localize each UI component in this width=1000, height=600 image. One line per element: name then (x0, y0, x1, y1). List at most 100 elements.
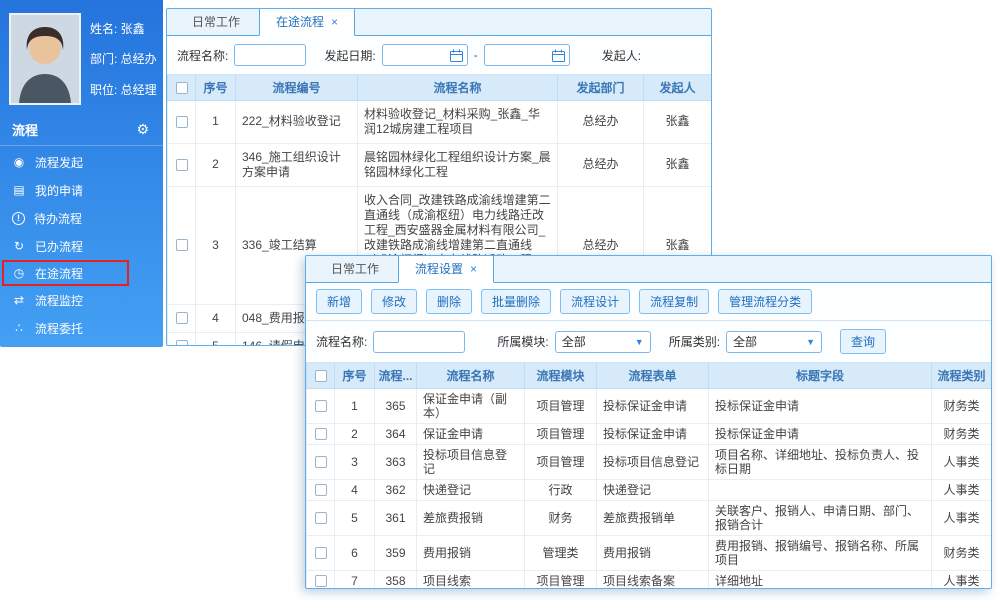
delete-button[interactable]: 删除 (426, 289, 472, 314)
row-checkbox[interactable] (315, 428, 327, 440)
cell-category: 财务类 (932, 535, 992, 570)
document-icon: ▤ (12, 183, 26, 197)
row-checkbox[interactable] (176, 116, 188, 128)
sidebar-item-delegated-processes[interactable]: ∴ 被委托流程 (0, 342, 163, 370)
row-checkbox[interactable] (315, 456, 327, 468)
batch-delete-button[interactable]: 批量删除 (481, 289, 551, 314)
table-row[interactable]: 2 346_施工组织设计方案申请 晨铭园林绿化工程组织设计方案_晨铭园林绿化工程… (168, 143, 712, 186)
row-checkbox[interactable] (176, 159, 188, 171)
broadcast-icon: ◉ (12, 155, 26, 169)
sidebar-item-completed-processes[interactable]: ↻ 已办流程 (0, 232, 163, 260)
sidebar-item-in-transit-processes[interactable]: ◷ 在途流程 (2, 260, 129, 286)
cell-module: 财务 (525, 500, 597, 535)
menu-label: 我的申请 (35, 182, 83, 199)
sitemap-icon: ∴ (12, 349, 26, 363)
col-header-dept[interactable]: 发起部门 (558, 75, 644, 100)
col-header-title-fields[interactable]: 标题字段 (709, 363, 932, 388)
tab-daily-work[interactable]: 日常工作 (314, 255, 396, 282)
sidebar-item-my-applications[interactable]: ▤ 我的申请 (0, 176, 163, 204)
cell-form: 项目线索备案 (597, 570, 709, 589)
sidebar-item-process-monitor[interactable]: ⇄ 流程监控 (0, 286, 163, 314)
cell-no: 5 (335, 500, 375, 535)
col-header-process-code[interactable]: 流程编号 (236, 75, 358, 100)
search-button[interactable]: 查询 (840, 329, 886, 354)
tab-daily-work[interactable]: 日常工作 (175, 8, 257, 35)
cell-process-name: 晨铭园林绿化工程组织设计方案_晨铭园林绿化工程 (358, 143, 558, 186)
tab-process-settings[interactable]: 流程设置 × (398, 255, 494, 283)
table-row[interactable]: 7 358 项目线索 项目管理 项目线索备案 详细地址 人事类 (307, 570, 992, 589)
date-to-input[interactable] (484, 44, 570, 66)
cell-module: 管理类 (525, 535, 597, 570)
cell-form: 快递登记 (597, 479, 709, 500)
row-checkbox[interactable] (315, 512, 327, 524)
tab-label: 流程设置 (415, 260, 463, 277)
col-header-initiator[interactable]: 发起人 (644, 75, 712, 100)
col-header-no[interactable]: 序号 (196, 75, 236, 100)
cell-process-code: 346_施工组织设计方案申请 (236, 143, 358, 186)
date-separator: - (474, 48, 478, 62)
cell-category: 人事类 (932, 444, 992, 479)
row-checkbox[interactable] (176, 312, 188, 324)
menu-label: 流程委托 (35, 320, 83, 337)
col-header-process-name[interactable]: 流程名称 (417, 363, 525, 388)
checkbox-cell (168, 100, 196, 143)
row-checkbox[interactable] (176, 239, 188, 251)
close-icon[interactable]: × (331, 17, 338, 27)
col-header-category[interactable]: 流程类别 (932, 363, 992, 388)
user-info: 姓名: 张鑫 部门: 总经办 职位: 总经理 (90, 13, 157, 105)
sidebar-item-process-initiate[interactable]: ◉ 流程发起 (0, 148, 163, 176)
table-row[interactable]: 4 362 快递登记 行政 快递登记 人事类 (307, 479, 992, 500)
cell-initiator: 张鑫 (644, 143, 712, 186)
category-label: 所属类别: (669, 333, 720, 350)
table-header-row: 序号 流程... 流程名称 流程模块 流程表单 标题字段 流程类别 (307, 363, 992, 388)
row-checkbox[interactable] (176, 340, 188, 346)
select-all-checkbox[interactable] (176, 82, 188, 94)
date-from-input[interactable] (382, 44, 468, 66)
cell-category: 财务类 (932, 423, 992, 444)
process-name-input[interactable] (373, 331, 465, 353)
select-all-checkbox[interactable] (315, 370, 327, 382)
checkbox-cell (168, 332, 196, 346)
cell-no: 2 (335, 423, 375, 444)
edit-button[interactable]: 修改 (371, 289, 417, 314)
col-header-no[interactable]: 序号 (335, 363, 375, 388)
row-checkbox[interactable] (315, 547, 327, 559)
process-name-input[interactable] (234, 44, 306, 66)
table-row[interactable]: 2 364 保证金申请 项目管理 投标保证金申请 投标保证金申请 财务类 (307, 423, 992, 444)
category-select[interactable]: 全部 ▼ (726, 331, 822, 353)
table-row[interactable]: 3 363 投标项目信息登记 项目管理 投标项目信息登记 项目名称、详细地址、投… (307, 444, 992, 479)
module-label: 所属模块: (497, 333, 548, 350)
cell-category: 人事类 (932, 570, 992, 589)
table-row[interactable]: 1 222_材料验收登记 材料验收登记_材料采购_张鑫_华润12城房建工程项目 … (168, 100, 712, 143)
row-checkbox[interactable] (315, 575, 327, 587)
close-icon[interactable]: × (470, 264, 477, 274)
table-row[interactable]: 5 361 差旅费报销 财务 差旅费报销单 关联客户、报销人、申请日期、部门、报… (307, 500, 992, 535)
sidebar-item-process-delegate[interactable]: ∴ 流程委托 (0, 314, 163, 342)
process-design-button[interactable]: 流程设计 (560, 289, 630, 314)
calendar-icon (552, 49, 565, 62)
col-header-form[interactable]: 流程表单 (597, 363, 709, 388)
cell-module: 项目管理 (525, 423, 597, 444)
manage-categories-button[interactable]: 管理流程分类 (718, 289, 812, 314)
in-transit-icon: ◷ (12, 266, 26, 280)
checkbox-cell (307, 388, 335, 423)
user-name: 姓名: 张鑫 (90, 20, 157, 37)
table-row[interactable]: 6 359 费用报销 管理类 费用报销 费用报销、报销编号、报销名称、所属项目 … (307, 535, 992, 570)
gear-icon[interactable]: ⚙ (136, 121, 149, 138)
table-row[interactable]: 1 365 保证金申请（副本） 项目管理 投标保证金申请 投标保证金申请 财务类 (307, 388, 992, 423)
module-select[interactable]: 全部 ▼ (555, 331, 651, 353)
cell-no: 2 (196, 143, 236, 186)
table-body: 1 365 保证金申请（副本） 项目管理 投标保证金申请 投标保证金申请 财务类… (307, 388, 992, 589)
sidebar-item-pending-processes[interactable]: ! 待办流程 (0, 204, 163, 232)
cell-category: 财务类 (932, 388, 992, 423)
col-header-process-name[interactable]: 流程名称 (358, 75, 558, 100)
add-button[interactable]: 新增 (316, 289, 362, 314)
cell-title-fields: 费用报销、报销编号、报销名称、所属项目 (709, 535, 932, 570)
cell-process-name: 差旅费报销 (417, 500, 525, 535)
col-header-module[interactable]: 流程模块 (525, 363, 597, 388)
col-header-process-id[interactable]: 流程... (375, 363, 417, 388)
process-copy-button[interactable]: 流程复制 (639, 289, 709, 314)
row-checkbox[interactable] (315, 484, 327, 496)
tab-in-transit[interactable]: 在途流程 × (259, 8, 355, 36)
row-checkbox[interactable] (315, 400, 327, 412)
